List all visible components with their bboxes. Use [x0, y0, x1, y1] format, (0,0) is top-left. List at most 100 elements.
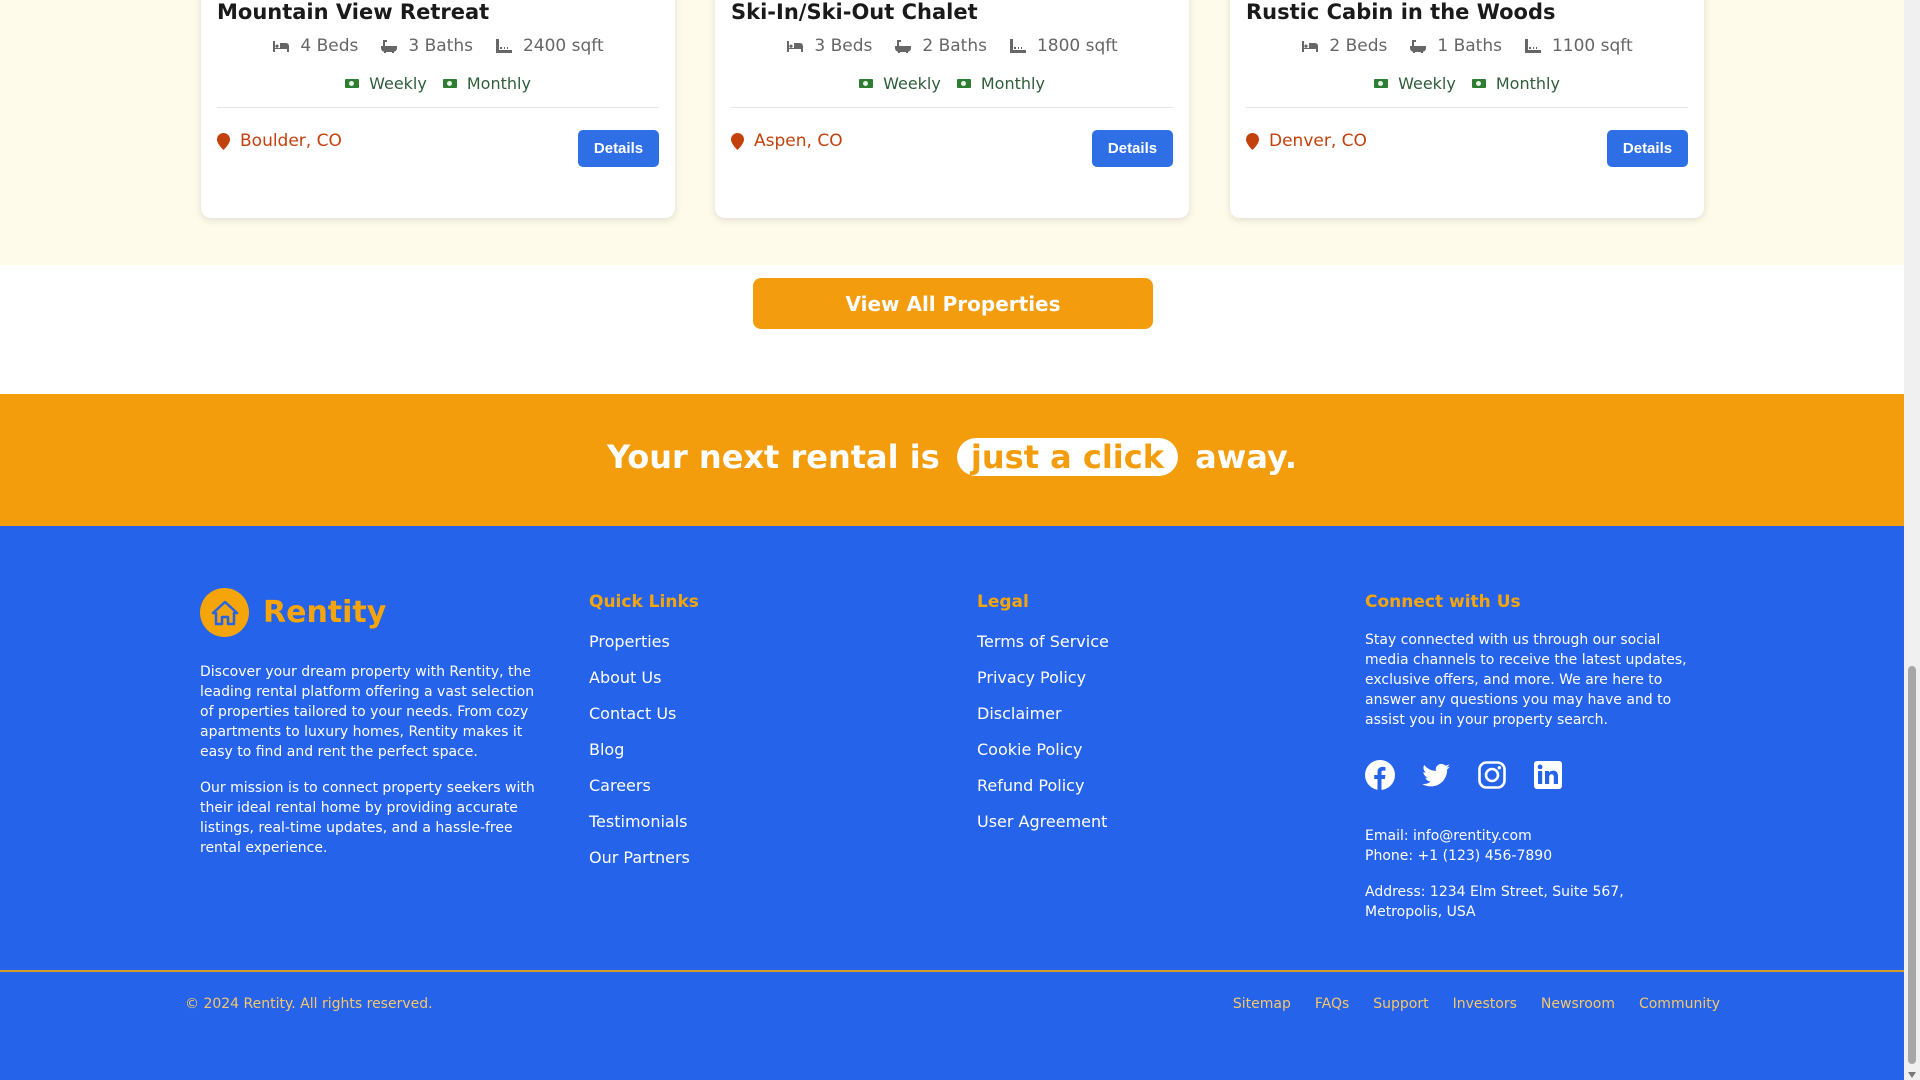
footer-link-our-partners[interactable]: Our Partners: [589, 848, 690, 884]
property-title: Rustic Cabin in the Woods: [1246, 0, 1556, 24]
footer-link-cookie-policy[interactable]: Cookie Policy: [977, 740, 1109, 776]
card-divider: [217, 107, 659, 108]
map-pin-icon: [731, 132, 744, 150]
footer-link-faqs[interactable]: FAQs: [1315, 996, 1349, 1012]
footer-link-contact-us[interactable]: Contact Us: [589, 704, 690, 740]
about-paragraph: Discover your dream property with Rentit…: [200, 664, 535, 760]
banner-text-end: away.: [1195, 438, 1297, 476]
property-title: Ski-In/Ski-Out Chalet: [731, 0, 978, 24]
footer-bottom-links: Sitemap FAQs Support Investors Newsroom …: [1233, 996, 1720, 1012]
map-pin-icon: [217, 132, 230, 150]
details-button[interactable]: Details: [578, 130, 659, 167]
area-size: 2400 sqft: [522, 36, 604, 56]
footer-divider: [0, 970, 1904, 972]
cta-banner: Your next rental is just a click away.: [0, 394, 1904, 526]
footer-link-testimonials[interactable]: Testimonials: [589, 812, 690, 848]
copyright-text: © 2024 Rentity. All rights reserved.: [185, 996, 433, 1012]
footer-link-blog[interactable]: Blog: [589, 740, 690, 776]
footer-link-investors[interactable]: Investors: [1453, 996, 1517, 1012]
map-pin-icon: [1246, 132, 1259, 150]
ruler-icon: [1009, 39, 1026, 53]
contact-info: Email: info@rentity.com Phone: +1 (123) …: [1365, 826, 1705, 922]
money-icon: [1471, 79, 1486, 88]
linkedin-icon[interactable]: [1533, 760, 1563, 790]
connect-title: Connect with Us: [1365, 592, 1521, 612]
property-title: Mountain View Retreat: [217, 0, 490, 24]
baths-count: 3 Baths: [408, 36, 473, 56]
footer-link-support[interactable]: Support: [1373, 996, 1428, 1012]
property-specs: 2 Beds 1 Baths 1100 sqft: [1230, 36, 1704, 56]
property-card: Rustic Cabin in the Woods 2 Beds 1 Baths…: [1230, 0, 1704, 218]
bed-icon: [273, 41, 290, 52]
legal-links-list: Terms of Service Privacy Policy Disclaim…: [977, 632, 1109, 848]
scroll-down-arrow-icon[interactable]: [1908, 1072, 1916, 1078]
brand-name: Rentity: [263, 595, 387, 630]
weekly-rate: Weekly: [883, 74, 941, 93]
site-footer: Rentity Discover your dream property wit…: [0, 526, 1904, 1080]
money-icon: [956, 79, 971, 88]
bath-icon: [381, 40, 398, 53]
property-cards-section: Mountain View Retreat 4 Beds 3 Baths 240…: [0, 0, 1904, 265]
banner-text-start: Your next rental is: [606, 438, 940, 476]
monthly-rate: Monthly: [1495, 74, 1560, 93]
location-text: Denver, CO: [1269, 131, 1367, 151]
details-button[interactable]: Details: [1607, 130, 1688, 167]
page: Mountain View Retreat 4 Beds 3 Baths 240…: [0, 0, 1904, 1080]
property-location: Aspen, CO: [731, 131, 843, 151]
vertical-scrollbar[interactable]: [1904, 0, 1920, 1080]
property-card: Mountain View Retreat 4 Beds 3 Baths 240…: [201, 0, 675, 218]
footer-link-terms[interactable]: Terms of Service: [977, 632, 1109, 668]
location-text: Aspen, CO: [754, 131, 843, 151]
mission-paragraph: Our mission is to connect property seeke…: [200, 780, 535, 856]
facebook-icon[interactable]: [1365, 760, 1395, 790]
bath-icon: [1410, 40, 1427, 53]
footer-link-user-agreement[interactable]: User Agreement: [977, 812, 1109, 848]
footer-link-privacy[interactable]: Privacy Policy: [977, 668, 1109, 704]
footer-link-newsroom[interactable]: Newsroom: [1541, 996, 1615, 1012]
instagram-icon[interactable]: [1477, 760, 1507, 790]
connect-description: Stay connected with us through our socia…: [1365, 632, 1687, 728]
property-specs: 4 Beds 3 Baths 2400 sqft: [201, 36, 675, 56]
footer-link-careers[interactable]: Careers: [589, 776, 690, 812]
money-icon: [1374, 79, 1389, 88]
footer-link-disclaimer[interactable]: Disclaimer: [977, 704, 1109, 740]
monthly-rate: Monthly: [466, 74, 531, 93]
quick-links-title: Quick Links: [589, 592, 699, 612]
weekly-rate: Weekly: [1398, 74, 1456, 93]
monthly-rate: Monthly: [980, 74, 1045, 93]
beds-count: 4 Beds: [300, 36, 359, 56]
footer-link-community[interactable]: Community: [1639, 996, 1720, 1012]
weekly-rate: Weekly: [369, 74, 427, 93]
property-card: Ski-In/Ski-Out Chalet 3 Beds 2 Baths 180…: [715, 0, 1189, 218]
footer-link-properties[interactable]: Properties: [589, 632, 690, 668]
property-specs: 3 Beds 2 Baths 1800 sqft: [715, 36, 1189, 56]
area-size: 1100 sqft: [1551, 36, 1633, 56]
baths-count: 1 Baths: [1437, 36, 1502, 56]
ruler-icon: [495, 39, 512, 53]
quick-links-list: Properties About Us Contact Us Blog Care…: [589, 632, 690, 884]
house-icon: [200, 588, 249, 637]
money-icon: [442, 79, 457, 88]
bed-icon: [787, 41, 804, 52]
ruler-icon: [1524, 39, 1541, 53]
property-location: Boulder, CO: [217, 131, 342, 151]
footer-logo[interactable]: Rentity: [200, 588, 386, 637]
view-all-properties-button[interactable]: View All Properties: [753, 278, 1153, 329]
details-button[interactable]: Details: [1092, 130, 1173, 167]
footer-link-sitemap[interactable]: Sitemap: [1233, 996, 1291, 1012]
footer-link-about-us[interactable]: About Us: [589, 668, 690, 704]
baths-count: 2 Baths: [922, 36, 987, 56]
beds-count: 2 Beds: [1329, 36, 1388, 56]
scrollbar-thumb[interactable]: [1908, 666, 1916, 1064]
social-links: [1365, 760, 1563, 790]
footer-link-refund-policy[interactable]: Refund Policy: [977, 776, 1109, 812]
rental-rates: Weekly Monthly: [715, 74, 1189, 93]
twitter-icon[interactable]: [1421, 760, 1451, 790]
banner-headline: Your next rental is just a click away.: [0, 438, 1904, 476]
banner-highlight: just a click: [956, 438, 1179, 476]
area-size: 1800 sqft: [1036, 36, 1118, 56]
bed-icon: [1302, 41, 1319, 52]
money-icon: [345, 79, 360, 88]
money-icon: [859, 79, 874, 88]
location-text: Boulder, CO: [240, 131, 342, 151]
